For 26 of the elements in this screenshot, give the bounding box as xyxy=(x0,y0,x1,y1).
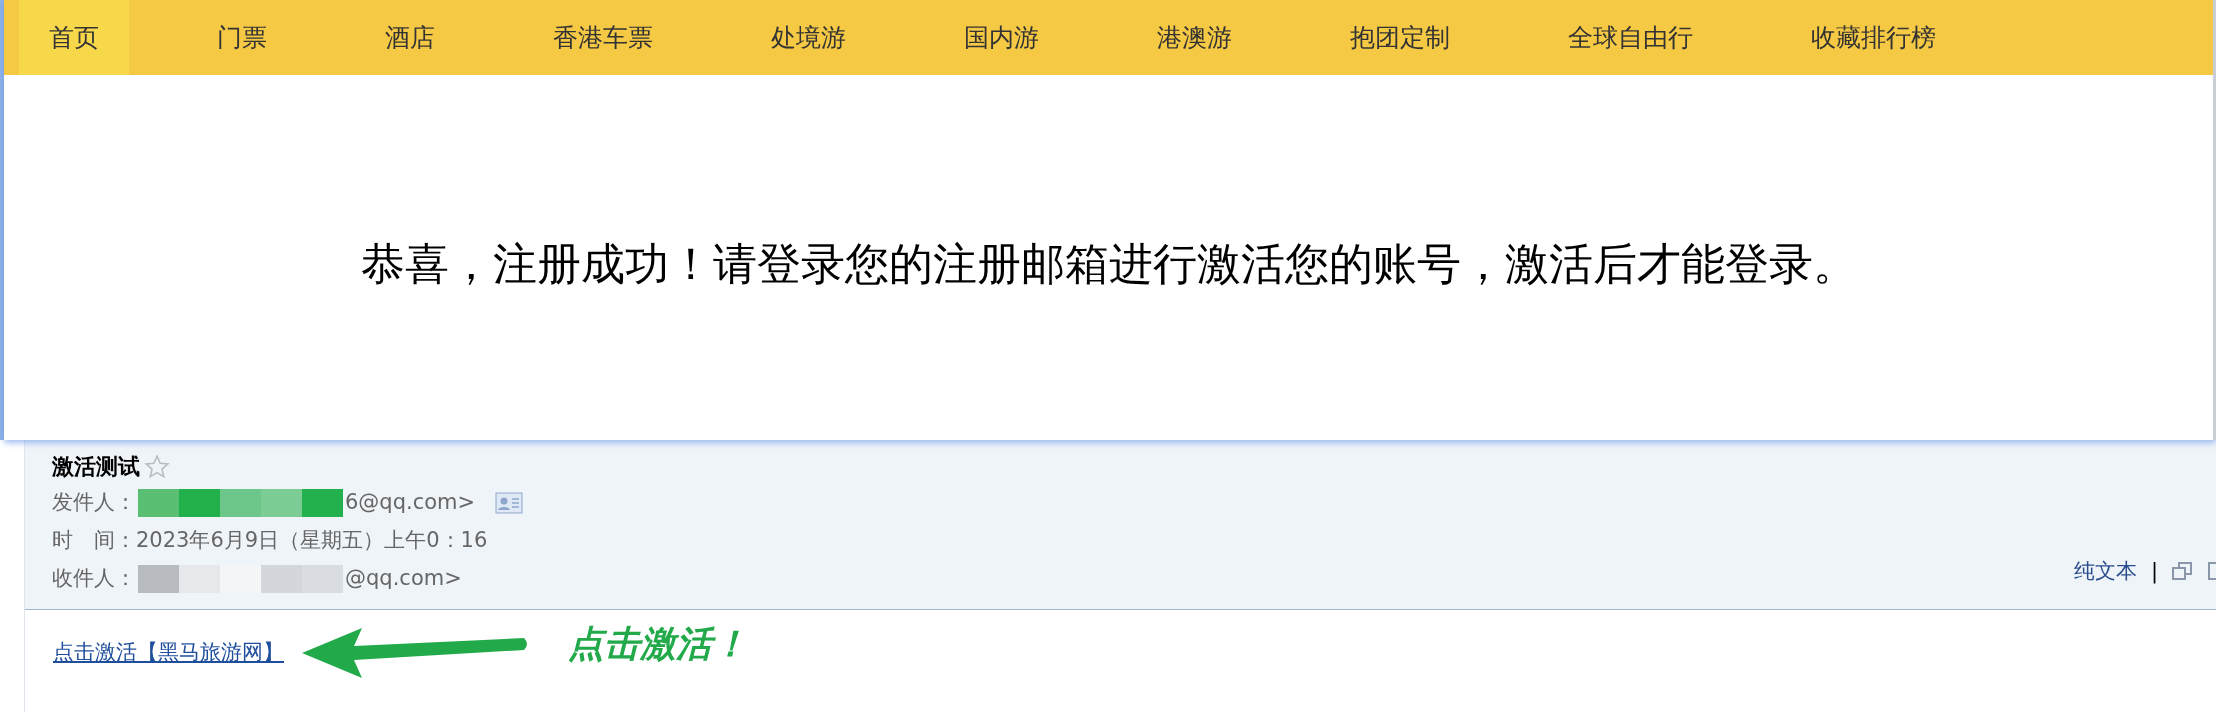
field-value: 2023年6月9日（星期五）上午0：16 xyxy=(136,526,488,554)
nav-tab[interactable]: 门票 xyxy=(187,0,297,75)
nav-tab[interactable]: 首页 xyxy=(19,0,129,75)
new-window-icon[interactable] xyxy=(2172,561,2194,582)
email-subject: 激活测试 xyxy=(52,453,140,481)
nav-tab[interactable]: 抱团定制 xyxy=(1320,0,1480,75)
field-label: 发件人： xyxy=(52,488,136,516)
star-icon[interactable] xyxy=(144,453,170,480)
field-label: 收件人： xyxy=(52,564,136,592)
activation-link[interactable]: 点击激活【黑马旅游网】 xyxy=(53,637,284,669)
contact-card-icon[interactable] xyxy=(495,491,524,514)
arrow-icon xyxy=(302,628,530,678)
nav-tab[interactable]: 收藏排行榜 xyxy=(1781,0,1966,75)
nav-tab[interactable]: 港澳游 xyxy=(1127,0,1262,75)
nav-tab[interactable]: 全球自由行 xyxy=(1538,0,1723,75)
field-label: 时 间： xyxy=(52,526,136,554)
annotation-text: 点击激活！ xyxy=(568,621,748,666)
nav-tab[interactable]: 香港车票 xyxy=(523,0,683,75)
nav-tab[interactable]: 处境游 xyxy=(741,0,876,75)
success-message: 恭喜，注册成功！请登录您的注册邮箱进行激活您的账号，激活后才能登录。 xyxy=(360,236,1857,291)
field-value: @qq.com> xyxy=(345,564,462,592)
nav-tab[interactable]: 酒店 xyxy=(355,0,465,75)
separator: | xyxy=(2150,557,2158,586)
nav-tab[interactable]: 国内游 xyxy=(934,0,1069,75)
field-value: 6@qq.com> xyxy=(345,488,476,516)
plain-text-link[interactable]: 纯文本 xyxy=(2073,555,2137,587)
